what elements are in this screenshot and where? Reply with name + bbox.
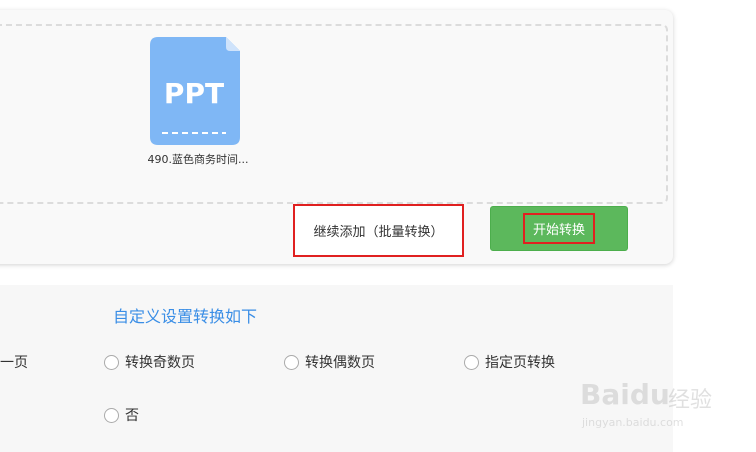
- option-specify-pages[interactable]: 指定页转换: [464, 352, 555, 372]
- option-even-pages-label: 转换偶数页: [305, 355, 375, 371]
- option-partial-label: 一页: [0, 355, 28, 371]
- option-specify-pages-label: 指定页转换: [485, 355, 555, 371]
- ppt-file-icon: PPT: [150, 37, 240, 145]
- settings-title: 自定义设置转换如下: [113, 307, 258, 326]
- watermark-text: 经验: [668, 388, 713, 413]
- radio-specify-pages[interactable]: [464, 354, 479, 370]
- start-convert-button[interactable]: 开始转换: [490, 206, 628, 251]
- start-convert-label: 开始转换: [522, 213, 595, 244]
- option-no-label: 否: [125, 408, 139, 424]
- watermark-logo: Baidu: [580, 378, 670, 411]
- option-odd-pages-label: 转换奇数页: [125, 355, 195, 371]
- baidu-watermark: Baidu 经验 jingyan.baidu.com: [580, 370, 750, 440]
- option-no[interactable]: 否: [104, 405, 139, 425]
- file-type-label: PPT: [164, 77, 224, 110]
- option-odd-pages[interactable]: 转换奇数页: [104, 352, 195, 372]
- radio-no[interactable]: [104, 407, 119, 423]
- option-partial: 一页: [0, 352, 28, 372]
- option-even-pages[interactable]: 转换偶数页: [284, 352, 375, 372]
- add-more-button[interactable]: 继续添加（批量转换）: [293, 204, 464, 257]
- radio-odd-pages[interactable]: [104, 354, 119, 370]
- file-name: 490.蓝色商务时间...: [147, 153, 249, 166]
- watermark-url: jingyan.baidu.com: [582, 416, 684, 429]
- radio-even-pages[interactable]: [284, 354, 299, 370]
- drop-zone[interactable]: [0, 24, 668, 204]
